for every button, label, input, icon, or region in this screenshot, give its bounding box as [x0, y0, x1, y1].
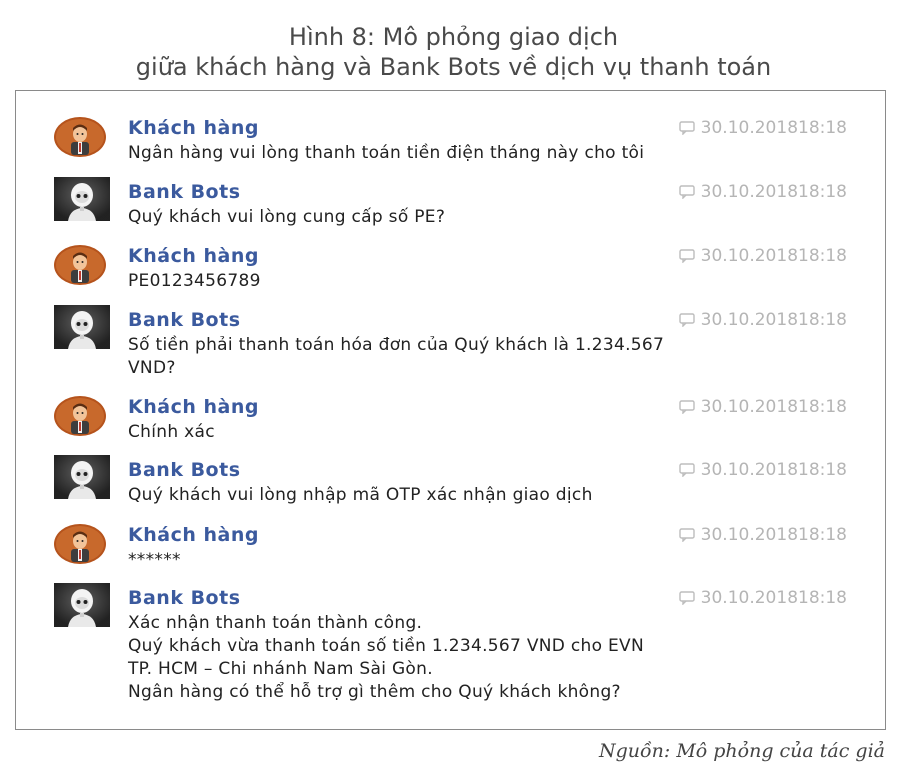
sender-name: Bank Bots: [128, 181, 241, 203]
timestamp-text: 30.10.201818:18: [700, 118, 847, 138]
robot-avatar-icon: [54, 177, 110, 221]
message-text: Ngân hàng vui lòng thanh toán tiền điện …: [128, 142, 788, 165]
robot-avatar-icon: [54, 305, 110, 349]
timestamp-text: 30.10.201818:18: [700, 182, 847, 202]
timestamp-text: 30.10.201818:18: [700, 246, 847, 266]
message-line: Xác nhận thanh toán thành công.: [128, 613, 423, 633]
message-line: VND?: [128, 358, 176, 378]
speech-bubble-icon: [678, 463, 695, 477]
timestamp-text: 30.10.201818:18: [700, 397, 847, 417]
chat-window: Khách hàng 30.10.201818:18 Ngân hàng vui …: [15, 90, 886, 730]
message-timestamp: 30.10.201818:18: [678, 587, 847, 609]
figure-source: Nguồn: Mô phỏng của tác giả: [599, 740, 885, 762]
timestamp-text: 30.10.201818:18: [700, 588, 847, 608]
message-text: Chính xác: [128, 421, 788, 444]
robot-avatar-icon: [54, 583, 110, 627]
message-text: ******: [128, 549, 788, 572]
message-timestamp: 30.10.201818:18: [678, 245, 847, 267]
message-timestamp: 30.10.201818:18: [678, 459, 847, 481]
sender-name: Khách hàng: [128, 245, 259, 267]
speech-bubble-icon: [678, 591, 695, 605]
message-text: Quý khách vui lòng nhập mã OTP xác nhận …: [128, 484, 788, 507]
message-text: Quý khách vui lòng cung cấp số PE?: [128, 206, 788, 229]
timestamp-text: 30.10.201818:18: [700, 310, 847, 330]
message-timestamp: 30.10.201818:18: [678, 117, 847, 139]
message-timestamp: 30.10.201818:18: [678, 396, 847, 418]
speech-bubble-icon: [678, 249, 695, 263]
person-avatar-icon: [54, 117, 106, 157]
sender-name: Bank Bots: [128, 459, 241, 481]
message-line: TP. HCM – Chi nhánh Nam Sài Gòn.: [128, 659, 433, 679]
figure-title-line-2: giữa khách hàng và Bank Bots về dịch vụ …: [135, 53, 772, 81]
figure-title-line-1: Hình 8: Mô phỏng giao dịch: [288, 23, 619, 51]
speech-bubble-icon: [678, 313, 695, 327]
message-timestamp: 30.10.201818:18: [678, 524, 847, 546]
message-text: Xác nhận thanh toán thành công. Quý khách…: [128, 612, 788, 704]
speech-bubble-icon: [678, 185, 695, 199]
message-line: Quý khách vui lòng cung cấp số PE?: [128, 207, 446, 227]
sender-name: Khách hàng: [128, 117, 259, 139]
person-avatar-icon: [54, 396, 106, 436]
person-avatar-icon: [54, 524, 106, 564]
speech-bubble-icon: [678, 400, 695, 414]
message-line: Quý khách vui lòng nhập mã OTP xác nhận …: [128, 485, 593, 505]
sender-name: Khách hàng: [128, 524, 259, 546]
sender-name: Bank Bots: [128, 309, 241, 331]
robot-avatar-icon: [54, 455, 110, 499]
message-line: Chính xác: [128, 422, 215, 442]
message-text: Số tiền phải thanh toán hóa đơn của Quý …: [128, 334, 788, 380]
timestamp-text: 30.10.201818:18: [700, 525, 847, 545]
message-timestamp: 30.10.201818:18: [678, 309, 847, 331]
speech-bubble-icon: [678, 121, 695, 135]
message-line: Số tiền phải thanh toán hóa đơn của Quý …: [128, 335, 665, 355]
message-line: ******: [128, 550, 181, 570]
message-line: Ngân hàng có thể hỗ trợ gì thêm cho Quý …: [128, 682, 621, 702]
speech-bubble-icon: [678, 528, 695, 542]
sender-name: Bank Bots: [128, 587, 241, 609]
message-line: Ngân hàng vui lòng thanh toán tiền điện …: [128, 143, 645, 163]
message-text: PE0123456789: [128, 270, 788, 293]
figure-title: Hình 8: Mô phỏng giao dịch giữa khách hà…: [0, 22, 907, 82]
message-line: Quý khách vừa thanh toán số tiền 1.234.5…: [128, 636, 644, 656]
message-timestamp: 30.10.201818:18: [678, 181, 847, 203]
timestamp-text: 30.10.201818:18: [700, 460, 847, 480]
person-avatar-icon: [54, 245, 106, 285]
sender-name: Khách hàng: [128, 396, 259, 418]
message-line: PE0123456789: [128, 271, 261, 291]
